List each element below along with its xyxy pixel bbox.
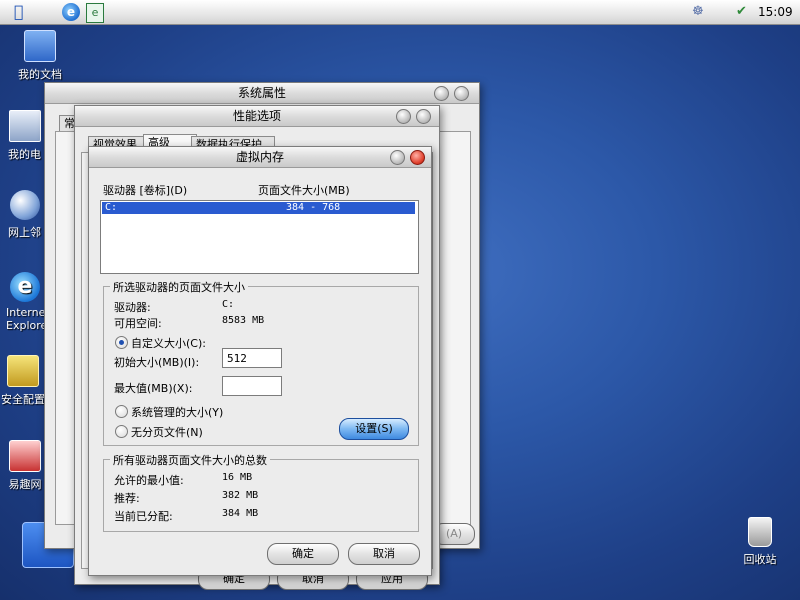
window-titlebar[interactable]: 虚拟内存 <box>89 147 431 168</box>
window-titlebar[interactable]: 性能选项 <box>75 106 439 127</box>
ok-button[interactable]: 确定 <box>267 543 339 565</box>
desktop-icon-internet-explorer[interactable]: e Internet Explorer <box>6 272 44 332</box>
desktop-icon-my-documents[interactable]: 我的文档 <box>5 30 75 82</box>
cancel-button[interactable]: 取消 <box>348 543 420 565</box>
drive-list[interactable]: C: 384 - 768 <box>100 200 419 274</box>
internet-explorer-icon: e <box>10 272 40 302</box>
free-space-label: 可用空间: <box>114 317 162 330</box>
drive-label: 驱动器: <box>114 301 151 314</box>
button-label: 设置(S) <box>355 422 393 435</box>
currently-allocated-label: 当前已分配: <box>114 510 173 523</box>
max-size-input[interactable] <box>222 376 282 396</box>
free-space-value: 8583 MB <box>222 315 265 326</box>
button-label: 确定 <box>292 547 314 560</box>
apple-menu-icon[interactable]:  <box>14 2 24 21</box>
window-title: 虚拟内存 <box>235 150 284 164</box>
desktop-icon-network[interactable]: 网上邻 <box>2 190 47 240</box>
desktop-icon-recycle-bin[interactable]: 回收站 <box>725 517 795 567</box>
desktop-icon-label: 易趣网 <box>8 478 42 491</box>
desktop-icon-label: 我的文档 <box>18 68 62 81</box>
recommended-label: 推荐: <box>114 492 140 505</box>
desktop-icon-label: 我的电 <box>8 148 41 161</box>
close-button[interactable] <box>454 86 469 101</box>
list-item[interactable]: C: 384 - 768 <box>102 202 415 214</box>
eachnet-icon <box>9 440 41 472</box>
close-button[interactable] <box>416 109 431 124</box>
button-label: 取消 <box>373 547 395 560</box>
window-titlebar[interactable]: 系统属性 <box>45 83 479 104</box>
recommended-value: 382 MB <box>222 490 259 501</box>
pagefile-size-cell: 384 - 768 <box>286 202 341 213</box>
desktop-icon-label: 安全配置 <box>1 393 45 406</box>
system-managed-radio[interactable] <box>115 405 128 418</box>
custom-size-label: 自定义大小(C): <box>131 337 206 350</box>
minimize-button[interactable] <box>434 86 449 101</box>
button-label: (A) <box>445 527 463 540</box>
drive-value: C: <box>222 299 235 310</box>
initial-size-label: 初始大小(MB)(I): <box>114 356 200 369</box>
internet-explorer-icon[interactable]: e <box>62 3 80 21</box>
set-button[interactable]: 设置(S) <box>339 418 409 440</box>
folder-icon <box>24 30 56 62</box>
network-tray-icon[interactable]: ☸ <box>692 4 704 19</box>
window-title: 系统属性 <box>237 86 286 100</box>
menu-bar:  e e ☸ ✔ 15:09 <box>0 0 800 25</box>
min-allowed-value: 16 MB <box>222 472 253 483</box>
max-size-label: 最大值(MB)(X): <box>114 382 193 395</box>
window-title: 性能选项 <box>232 109 281 123</box>
computer-icon <box>8 110 41 142</box>
drive-cell: C: <box>105 202 118 213</box>
pagefile-column-header: 页面文件大小(MB) <box>258 184 350 197</box>
desktop-icon-label: 回收站 <box>743 553 777 566</box>
group-legend: 所选驱动器的页面文件大小 <box>110 279 248 295</box>
currently-allocated-value: 384 MB <box>222 508 259 519</box>
close-button[interactable] <box>410 150 425 165</box>
desktop-icon-eachnet[interactable]: 易趣网 <box>2 440 48 492</box>
drive-column-header: 驱动器 [卷标](D) <box>103 184 188 197</box>
initial-size-input[interactable]: 512 <box>222 348 282 368</box>
min-allowed-label: 允许的最小值: <box>114 474 184 487</box>
network-globe-icon <box>9 190 40 220</box>
custom-size-radio[interactable] <box>115 336 128 349</box>
desktop-icon-label: 网上邻 <box>8 226 41 239</box>
system-managed-label: 系统管理的大小(Y) <box>131 406 224 419</box>
desktop-icon-my-computer[interactable]: 我的电 <box>2 110 47 162</box>
security-config-icon <box>7 355 39 387</box>
desktop-icon-label: Internet Explorer <box>6 306 44 332</box>
group-legend: 所有驱动器页面文件大小的总数 <box>110 452 270 468</box>
security-tray-icon[interactable]: ✔ <box>736 4 747 19</box>
no-paging-file-label: 无分页文件(N) <box>131 426 203 439</box>
recycle-bin-icon <box>748 517 772 547</box>
minimize-button[interactable] <box>390 150 405 165</box>
document-app-icon[interactable]: e <box>86 3 104 23</box>
no-paging-file-radio[interactable] <box>115 425 128 438</box>
desktop-icon-security-config[interactable]: 安全配置 <box>0 355 46 407</box>
minimize-button[interactable] <box>396 109 411 124</box>
clock: 15:09 <box>758 5 793 19</box>
